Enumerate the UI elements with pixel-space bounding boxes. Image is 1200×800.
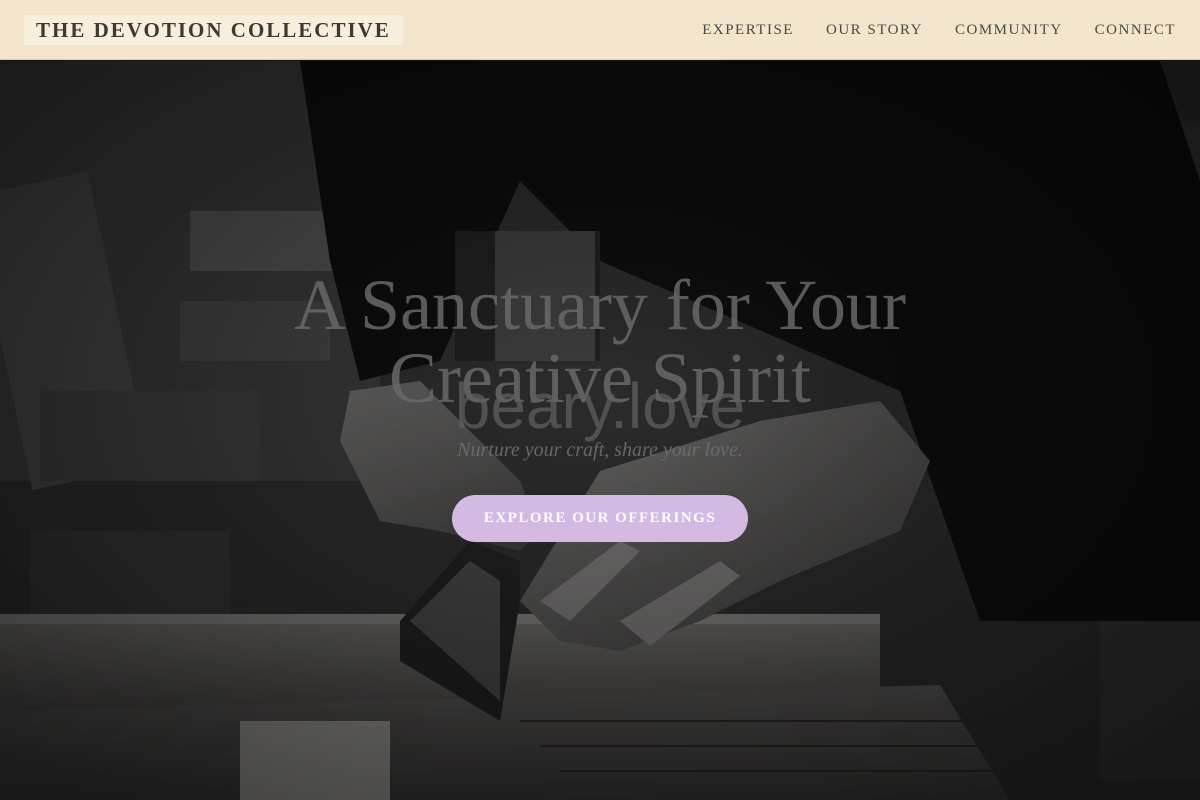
nav-link-community[interactable]: COMMUNITY bbox=[955, 22, 1063, 39]
main-nav: EXPERTISE OUR STORY COMMUNITY CONNECT bbox=[702, 0, 1176, 60]
page: THE DEVOTION COLLECTIVE EXPERTISE OUR ST… bbox=[0, 0, 1200, 800]
brand-logo[interactable]: THE DEVOTION COLLECTIVE bbox=[24, 15, 403, 45]
nav-link-connect[interactable]: CONNECT bbox=[1095, 22, 1176, 39]
hero-domain-text: beary.love bbox=[454, 370, 746, 442]
hero-section: A Sanctuary for Your Creative Spirit bea… bbox=[0, 61, 1200, 800]
nav-link-expertise[interactable]: EXPERTISE bbox=[702, 22, 794, 39]
site-header: THE DEVOTION COLLECTIVE EXPERTISE OUR ST… bbox=[0, 0, 1200, 60]
explore-offerings-button[interactable]: EXPLORE OUR OFFERINGS bbox=[452, 495, 748, 542]
nav-link-our-story[interactable]: OUR STORY bbox=[826, 22, 923, 39]
hero-title-line-1: A Sanctuary for Your bbox=[294, 265, 906, 345]
hero-tagline: Nurture your craft, share your love. bbox=[457, 439, 743, 461]
